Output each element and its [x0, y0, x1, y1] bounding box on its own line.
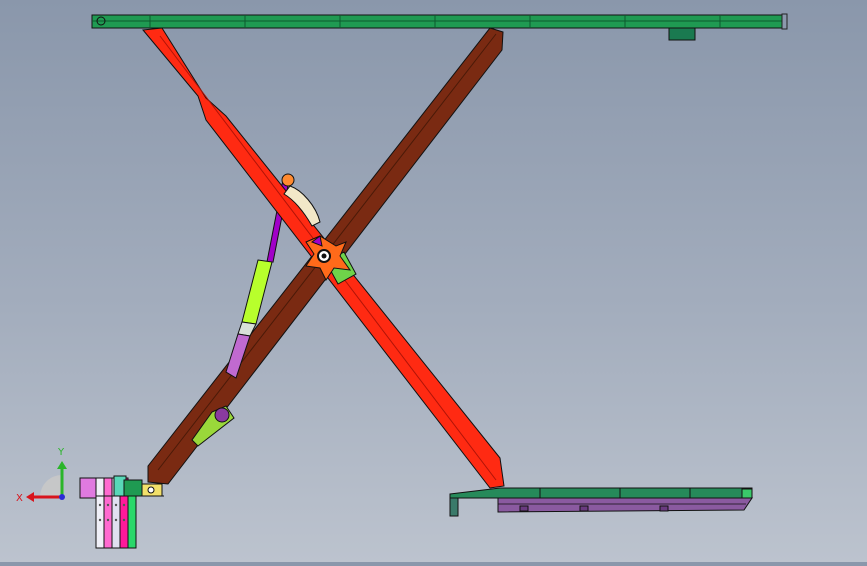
- x-axis-label: X: [16, 493, 23, 504]
- bottom-rail[interactable]: [449, 487, 753, 517]
- cad-viewport[interactable]: X Y: [0, 0, 867, 562]
- orientation-triad: X Y: [16, 447, 67, 504]
- cad-drawing: X Y: [16, 13, 788, 549]
- top-platform[interactable]: [91, 13, 788, 41]
- base-mount[interactable]: [79, 475, 164, 549]
- y-axis-label: Y: [57, 447, 65, 458]
